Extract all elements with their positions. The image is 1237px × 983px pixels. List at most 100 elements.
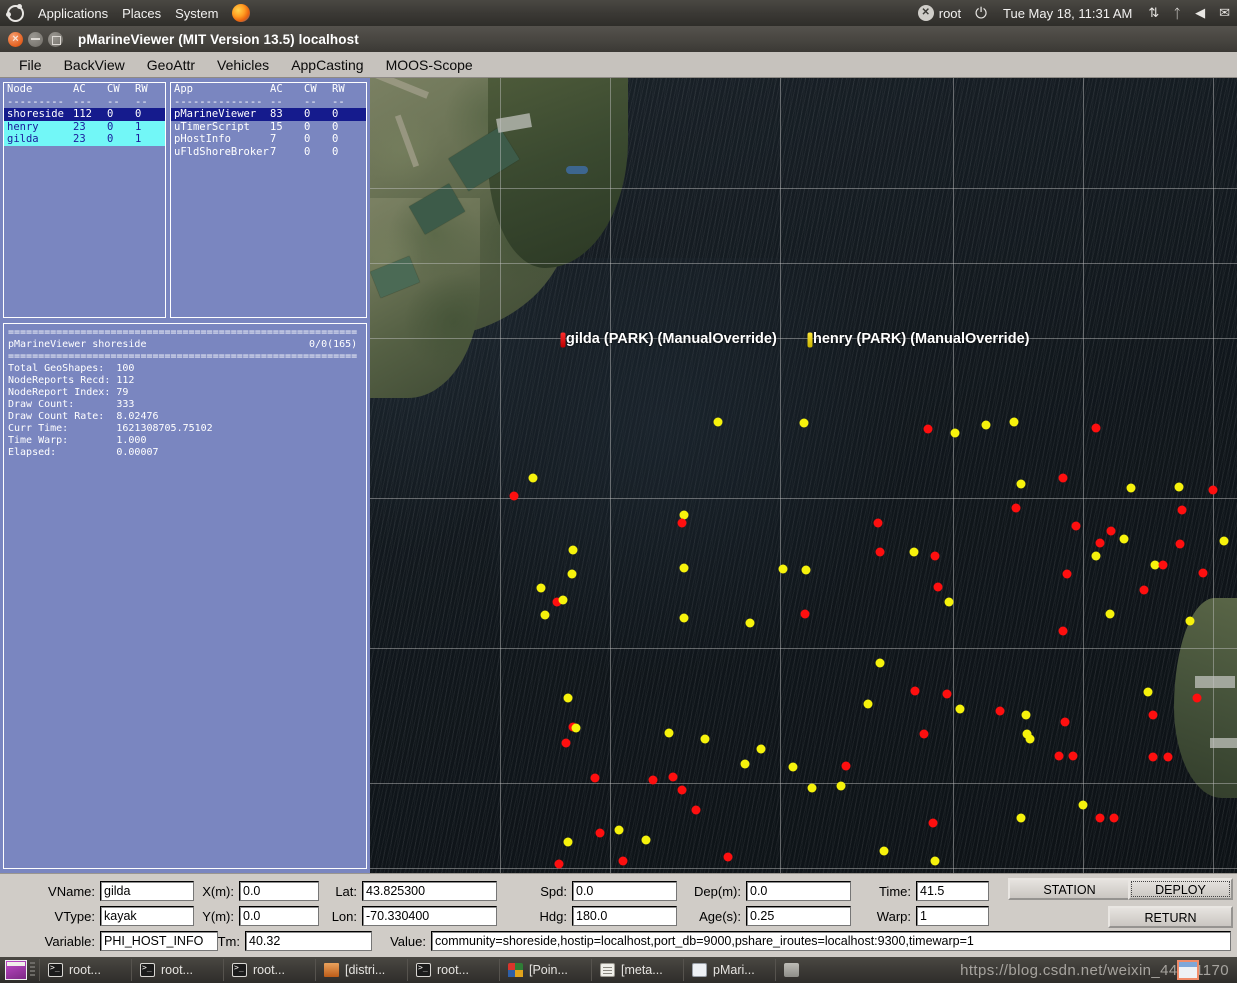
grid-line-horizontal: [370, 338, 1237, 339]
mail-icon[interactable]: ✉: [1212, 5, 1237, 21]
terminal-icon: [416, 963, 431, 977]
taskbar-task[interactable]: root...: [131, 959, 223, 981]
system-label: System: [175, 5, 219, 21]
user-indicator[interactable]: root: [911, 0, 968, 26]
applications-label: Applications: [38, 5, 109, 21]
lon-input[interactable]: -70.330400: [362, 906, 497, 926]
taskbar-task[interactable]: pMari...: [683, 959, 775, 981]
y-meters-input[interactable]: 0.0: [239, 906, 319, 926]
map-view[interactable]: gilda (PARK) (ManualOverride) henry (PARK…: [370, 78, 1237, 873]
window-titlebar[interactable]: pMarineViewer (MIT Version 13.5) localho…: [0, 26, 1237, 52]
volume-icon[interactable]: ◀: [1188, 5, 1212, 21]
menu-appcasting[interactable]: AppCasting: [280, 55, 374, 75]
clock[interactable]: Tue May 18, 11:31 AM: [994, 6, 1141, 21]
geoshape-marker-red: [648, 775, 658, 785]
taskbar-task[interactable]: [distri...: [315, 959, 407, 981]
lat-input[interactable]: 43.825300: [362, 881, 497, 901]
return-button[interactable]: RETURN: [1108, 906, 1233, 928]
geoshape-marker-red: [1158, 560, 1168, 570]
power-button[interactable]: ⏻: [968, 0, 994, 26]
station-button[interactable]: STATION: [1008, 878, 1131, 900]
vtype-input[interactable]: kayak: [100, 906, 194, 926]
depth-input[interactable]: 0.0: [746, 881, 851, 901]
app-list-table[interactable]: App AC CW RW -------------- -- -- -- pMarineView…: [170, 82, 367, 318]
taskbar-task-label: [meta...: [621, 963, 663, 977]
minimize-icon[interactable]: [28, 31, 43, 47]
table-row[interactable]: henry 23 0 1: [4, 120, 165, 134]
geoshape-marker-yellow: [981, 420, 991, 430]
taskbar-task[interactable]: [meta...: [591, 959, 683, 981]
geoshape-marker-yellow: [955, 704, 965, 714]
firefox-globe-icon: [232, 4, 251, 22]
node-list-table[interactable]: Node AC CW RW --------- --- -- -- shoreside 112 0 0…: [3, 82, 166, 318]
appcast-console[interactable]: ========================================…: [3, 323, 367, 869]
table-row[interactable]: pMarineViewer 83 0 0: [171, 108, 366, 121]
grid-line-vertical: [780, 78, 781, 873]
geoshape-marker-yellow: [788, 762, 798, 772]
table-row[interactable]: gilda 23 0 1: [4, 133, 165, 146]
menu-backview[interactable]: BackView: [53, 55, 136, 75]
hdg-input[interactable]: 180.0: [572, 906, 677, 926]
console-line: Draw Count Rate: 8.02476: [8, 411, 159, 422]
warp-input[interactable]: 1: [916, 906, 989, 926]
age-input[interactable]: 0.25: [746, 906, 851, 926]
firefox-icon[interactable]: [225, 0, 257, 26]
menu-geoattr[interactable]: GeoAttr: [136, 55, 206, 75]
value-input[interactable]: community=shoreside,hostip=localhost,por…: [431, 931, 1231, 951]
geoshape-marker-red: [668, 772, 678, 782]
console-line: Elapsed: 0.00007: [8, 447, 159, 458]
bluetooth-icon[interactable]: ᛏ: [1166, 6, 1188, 21]
taskbar-task[interactable]: root...: [39, 959, 131, 981]
geoshape-marker-yellow: [664, 728, 674, 738]
terminal-icon: [140, 963, 155, 977]
y-meters-label: Y(m):: [202, 908, 234, 924]
menu-file[interactable]: File: [8, 55, 53, 75]
geoshape-marker-yellow: [571, 723, 581, 733]
tm-input[interactable]: 40.32: [245, 931, 372, 951]
deploy-button[interactable]: DEPLOY: [1128, 878, 1233, 900]
menu-applications[interactable]: Applications: [31, 0, 115, 26]
ubuntu-logo-icon[interactable]: [0, 0, 31, 26]
table-row[interactable]: shoreside 112 0 0: [4, 108, 165, 121]
table-row[interactable]: uFldShoreBroker 7 0 0: [171, 146, 366, 159]
geoshape-marker-red: [590, 773, 600, 783]
grid-line-vertical: [953, 78, 954, 873]
variable-input[interactable]: PHI_HOST_INFO: [100, 931, 218, 951]
menu-places[interactable]: Places: [115, 0, 168, 26]
geoshape-marker-red: [875, 547, 885, 557]
maximize-icon[interactable]: [48, 31, 63, 47]
table-row[interactable]: pHostInfo 7 0 0: [171, 133, 366, 146]
grid-line-vertical: [500, 78, 501, 873]
table-row[interactable]: uTimerScript 15 0 0: [171, 121, 366, 134]
grid-line-vertical: [1213, 78, 1214, 873]
geoshape-marker-red: [595, 828, 605, 838]
geoshape-marker-red: [1106, 526, 1116, 536]
folder-icon: [324, 963, 339, 977]
table-divider-row: -------------- -- -- --: [171, 96, 366, 109]
taskbar-handle[interactable]: [30, 962, 35, 978]
vname-input[interactable]: gilda: [100, 881, 194, 901]
cell: RW: [135, 83, 148, 95]
taskbar-task[interactable]: root...: [223, 959, 315, 981]
close-icon[interactable]: [8, 31, 23, 47]
control-form: VName: gilda VType: kayak Variable: PHI_…: [0, 873, 1237, 957]
menu-vehicles[interactable]: Vehicles: [206, 55, 280, 75]
x-meters-input[interactable]: 0.0: [239, 881, 319, 901]
vehicle-marker[interactable]: [560, 332, 566, 348]
menu-system[interactable]: System: [168, 0, 225, 26]
vehicle-marker[interactable]: [807, 332, 813, 348]
show-desktop-icon[interactable]: [5, 960, 27, 980]
terminal-icon: [232, 963, 247, 977]
vehicle-label: gilda (PARK) (ManualOverride): [566, 331, 777, 347]
taskbar-task[interactable]: root...: [407, 959, 499, 981]
taskbar-task[interactable]: [Poin...: [499, 959, 591, 981]
network-updown-icon[interactable]: ⇅: [1141, 5, 1166, 21]
geoshape-marker-yellow: [567, 569, 577, 579]
spd-input[interactable]: 0.0: [572, 881, 677, 901]
cell: 0: [107, 133, 114, 146]
menu-moos-scope[interactable]: MOOS-Scope: [375, 55, 484, 75]
geoshape-marker-red: [873, 518, 883, 528]
cell: 0: [304, 108, 311, 121]
time-input[interactable]: 41.5: [916, 881, 989, 901]
taskbar-task[interactable]: [775, 959, 817, 981]
